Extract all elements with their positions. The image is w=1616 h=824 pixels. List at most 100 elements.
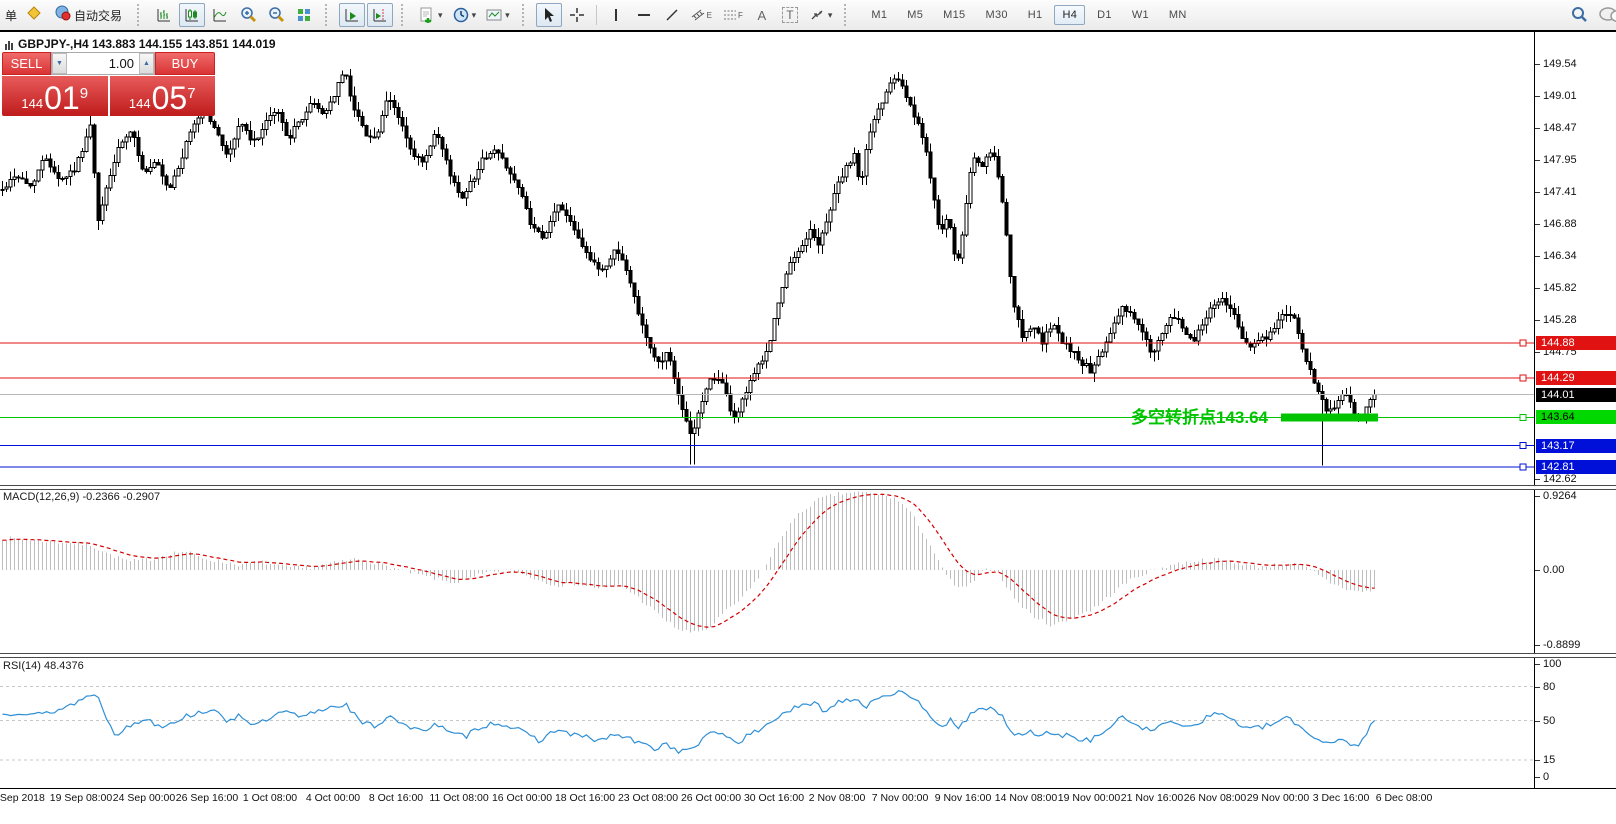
time-label: 16 Oct 00:00 bbox=[492, 792, 552, 804]
crosshair-icon bbox=[569, 7, 585, 23]
timeframe-button-w1[interactable]: W1 bbox=[1124, 5, 1157, 25]
price-tickmark bbox=[1535, 192, 1540, 193]
fibonacci-icon bbox=[722, 8, 738, 22]
pane-splitter[interactable] bbox=[0, 485, 1616, 490]
autotrading-button[interactable]: 自动交易 bbox=[49, 3, 129, 27]
template-icon bbox=[486, 7, 502, 23]
zoom-out-button[interactable] bbox=[263, 3, 289, 27]
search-icon bbox=[1570, 6, 1588, 24]
price-axis[interactable]: 149.54149.01148.47147.95147.41146.88146.… bbox=[1534, 31, 1616, 788]
chart-plot[interactable] bbox=[0, 0, 1534, 788]
zoom-in-button[interactable] bbox=[235, 3, 261, 27]
price-tick-label: 147.95 bbox=[1543, 154, 1577, 166]
timeframe-button-h4[interactable]: H4 bbox=[1054, 5, 1085, 25]
chart-shift-button[interactable] bbox=[367, 3, 393, 27]
timeframe-button-d1[interactable]: D1 bbox=[1089, 5, 1120, 25]
indicators-button[interactable]: ▾ bbox=[415, 3, 447, 27]
time-label: 29 Nov 00:00 bbox=[1247, 792, 1309, 804]
price-tag: 142.81 bbox=[1536, 460, 1616, 474]
buy-price-sup: 7 bbox=[187, 78, 195, 110]
time-label: 19 Nov 00:00 bbox=[1058, 792, 1120, 804]
volume-decrease-button[interactable]: ▼ bbox=[52, 53, 67, 74]
sell-price-big: 144 bbox=[21, 95, 43, 113]
sell-price-sup: 9 bbox=[80, 78, 88, 110]
volume-control: ▼ 1.00 ▲ bbox=[51, 52, 155, 75]
buy-price-display[interactable]: 144 05 7 bbox=[110, 76, 216, 116]
bar-chart-icon bbox=[156, 7, 172, 23]
vertical-line-tool[interactable] bbox=[603, 3, 629, 27]
autotrading-icon bbox=[53, 5, 71, 26]
chart-title: GBPJPY-,H4 143.883 144.155 143.851 144.0… bbox=[18, 37, 276, 51]
price-tickmark bbox=[1535, 160, 1540, 161]
line-chart-button[interactable] bbox=[207, 3, 233, 27]
timeframe-button-mn[interactable]: MN bbox=[1161, 5, 1195, 25]
rsi-tickmark bbox=[1535, 777, 1540, 778]
community-button[interactable] bbox=[1594, 3, 1616, 27]
rsi-axis-label: 100 bbox=[1543, 658, 1561, 670]
time-label: 8 Oct 16:00 bbox=[369, 792, 423, 804]
timeframe-button-m30[interactable]: M30 bbox=[977, 5, 1015, 25]
macd-label: MACD(12,26,9) -0.2366 -0.2907 bbox=[3, 491, 160, 503]
partial-button-new-order[interactable]: 单 bbox=[5, 7, 17, 24]
auto-scroll-button[interactable] bbox=[339, 3, 365, 27]
horizontal-line-tool[interactable] bbox=[631, 3, 657, 27]
arrows-tool[interactable]: ▾ bbox=[805, 3, 837, 27]
horizontal-line-icon bbox=[638, 14, 650, 16]
macd-tickmark bbox=[1535, 645, 1540, 646]
volume-input[interactable]: 1.00 bbox=[67, 53, 139, 74]
price-tickmark bbox=[1535, 288, 1540, 289]
price-tickmark bbox=[1535, 128, 1540, 129]
equidistant-channel-tool[interactable]: E bbox=[687, 3, 716, 27]
auto-scroll-icon bbox=[344, 7, 360, 23]
new-order-button[interactable] bbox=[21, 3, 47, 27]
cursor-icon bbox=[542, 7, 556, 23]
timeframe-button-m1[interactable]: M1 bbox=[863, 5, 895, 25]
buy-button[interactable]: BUY bbox=[155, 52, 215, 75]
candlestick-button[interactable] bbox=[179, 3, 205, 27]
sell-button[interactable]: SELL bbox=[2, 52, 51, 75]
fibonacci-tool[interactable]: F bbox=[718, 3, 747, 27]
bar-chart-button[interactable] bbox=[151, 3, 177, 27]
price-tick-label: 142.62 bbox=[1543, 473, 1577, 485]
rsi-tickmark bbox=[1535, 664, 1540, 665]
sell-price-display[interactable]: 144 01 9 bbox=[2, 76, 108, 116]
rsi-axis-label: 50 bbox=[1543, 715, 1555, 727]
price-tickmark bbox=[1535, 479, 1540, 480]
price-tickmark bbox=[1535, 64, 1540, 65]
chart-annotation: 多空转折点143.64 bbox=[1088, 403, 1268, 428]
search-button[interactable] bbox=[1566, 3, 1592, 27]
price-tickmark bbox=[1535, 224, 1540, 225]
channel-letter: E bbox=[707, 11, 712, 20]
cursor-button[interactable] bbox=[536, 3, 562, 27]
text-label-tool[interactable]: T bbox=[777, 3, 803, 27]
templates-button[interactable]: ▾ bbox=[482, 3, 514, 27]
vertical-line-icon bbox=[615, 9, 617, 21]
timeframe-button-m5[interactable]: M5 bbox=[899, 5, 931, 25]
time-axis[interactable]: 4 Sep 201819 Sep 08:0024 Sep 00:0026 Sep… bbox=[0, 788, 1616, 824]
dropdown-arrow-icon: ▾ bbox=[438, 10, 443, 21]
tile-windows-button[interactable] bbox=[291, 3, 317, 27]
periods-button[interactable]: ▾ bbox=[449, 3, 481, 27]
timeframe-button-m15[interactable]: M15 bbox=[935, 5, 973, 25]
toolbar: 单 自动交易 bbox=[0, 0, 1616, 30]
zoom-out-icon bbox=[267, 6, 285, 24]
chat-bubbles-icon bbox=[1598, 6, 1616, 24]
trendline-tool[interactable] bbox=[659, 3, 685, 27]
tile-windows-icon bbox=[296, 7, 312, 23]
timeframe-button-h1[interactable]: H1 bbox=[1020, 5, 1051, 25]
zoom-in-icon bbox=[239, 6, 257, 24]
price-tick-label: 149.54 bbox=[1543, 58, 1577, 70]
crosshair-button[interactable] bbox=[564, 3, 590, 27]
volume-increase-button[interactable]: ▲ bbox=[139, 53, 154, 74]
rsi-tickmark bbox=[1535, 687, 1540, 688]
pane-splitter[interactable] bbox=[0, 653, 1616, 658]
fibonacci-letter: F bbox=[738, 11, 743, 20]
text-tool[interactable]: A bbox=[749, 3, 775, 27]
toolbar-grip bbox=[844, 4, 852, 26]
buy-price-main: 05 bbox=[152, 83, 188, 113]
price-tickmark bbox=[1535, 320, 1540, 321]
toolbar-grip bbox=[325, 4, 333, 26]
autotrading-label: 自动交易 bbox=[74, 7, 122, 24]
price-tick-label: 149.01 bbox=[1543, 90, 1577, 102]
time-label: 4 Sep 2018 bbox=[0, 792, 45, 804]
